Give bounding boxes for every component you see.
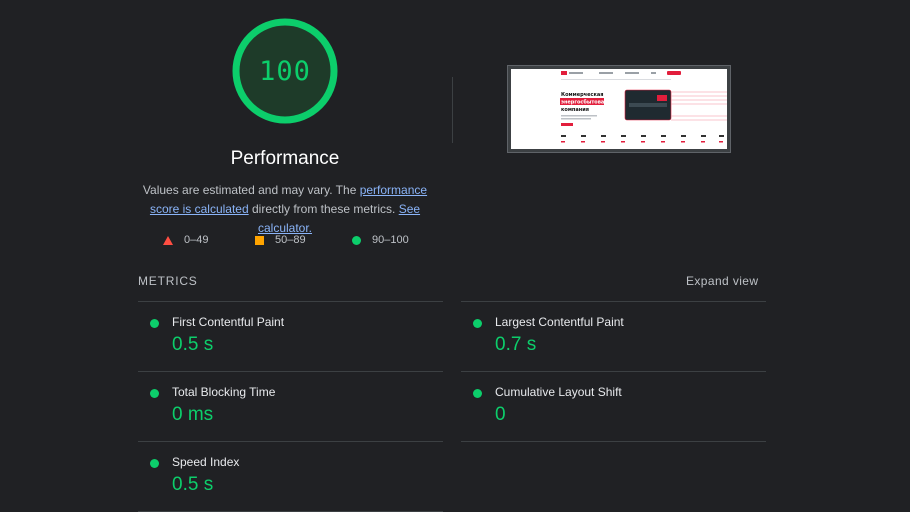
expand-view-toggle[interactable]: Expand view [686, 274, 758, 288]
metric-value: 0.5 s [172, 334, 214, 355]
metric-speed-index: Speed Index 0.5 s [138, 442, 443, 512]
legend-item-pass: 90–100 [352, 234, 409, 246]
description-prefix: Values are estimated and may vary. The [142, 183, 360, 197]
pass-circle-icon [473, 389, 482, 398]
metric-value: 0 ms [172, 404, 214, 425]
legend-item-fail: 0–49 [163, 234, 208, 246]
vertical-divider [452, 77, 453, 143]
metric-label: Largest Contentful Paint [495, 315, 624, 329]
preview-headline-3: компания [561, 107, 589, 113]
metric-label: Total Blocking Time [172, 385, 276, 399]
pass-circle-icon [150, 459, 159, 468]
legend-range: 0–49 [184, 234, 209, 246]
score-description: Values are estimated and may vary. The p… [135, 181, 435, 238]
metric-value: 0 [495, 404, 506, 425]
metric-value: 0.7 s [495, 334, 537, 355]
legend-range: 50–89 [275, 234, 306, 246]
pass-circle-icon [150, 389, 159, 398]
metric-first-contentful-paint: First Contentful Paint 0.5 s [138, 302, 443, 372]
preview-headline-2: энергосбытовая [561, 99, 608, 106]
final-screenshot-thumbnail[interactable]: Коммерческая энергосбытовая компания [507, 65, 731, 153]
score-legend: 0–49 50–89 90–100 [0, 234, 910, 248]
metric-label: Speed Index [172, 455, 240, 469]
metric-cumulative-layout-shift: Cumulative Layout Shift 0 [461, 372, 766, 442]
metrics-heading: METRICS [138, 274, 198, 288]
square-icon [255, 235, 264, 245]
metric-largest-contentful-paint: Largest Contentful Paint 0.7 s [461, 302, 766, 372]
performance-title: Performance [230, 148, 340, 169]
performance-score-gauge: 100 [231, 17, 339, 125]
pass-circle-icon [473, 319, 482, 328]
legend-range: 90–100 [372, 234, 409, 246]
metric-label: Cumulative Layout Shift [495, 385, 622, 399]
triangle-icon [163, 235, 173, 245]
metric-total-blocking-time: Total Blocking Time 0 ms [138, 372, 443, 442]
pass-circle-icon [150, 319, 159, 328]
metric-value: 0.5 s [172, 474, 214, 495]
metric-label: First Contentful Paint [172, 315, 285, 329]
description-middle: directly from these metrics. [248, 202, 399, 216]
circle-icon [352, 235, 361, 245]
page-preview-image: Коммерческая энергосбытовая компания [511, 69, 727, 149]
legend-item-average: 50–89 [255, 234, 306, 246]
performance-score-value: 100 [259, 55, 311, 87]
preview-headline-1: Коммерческая [561, 92, 603, 98]
